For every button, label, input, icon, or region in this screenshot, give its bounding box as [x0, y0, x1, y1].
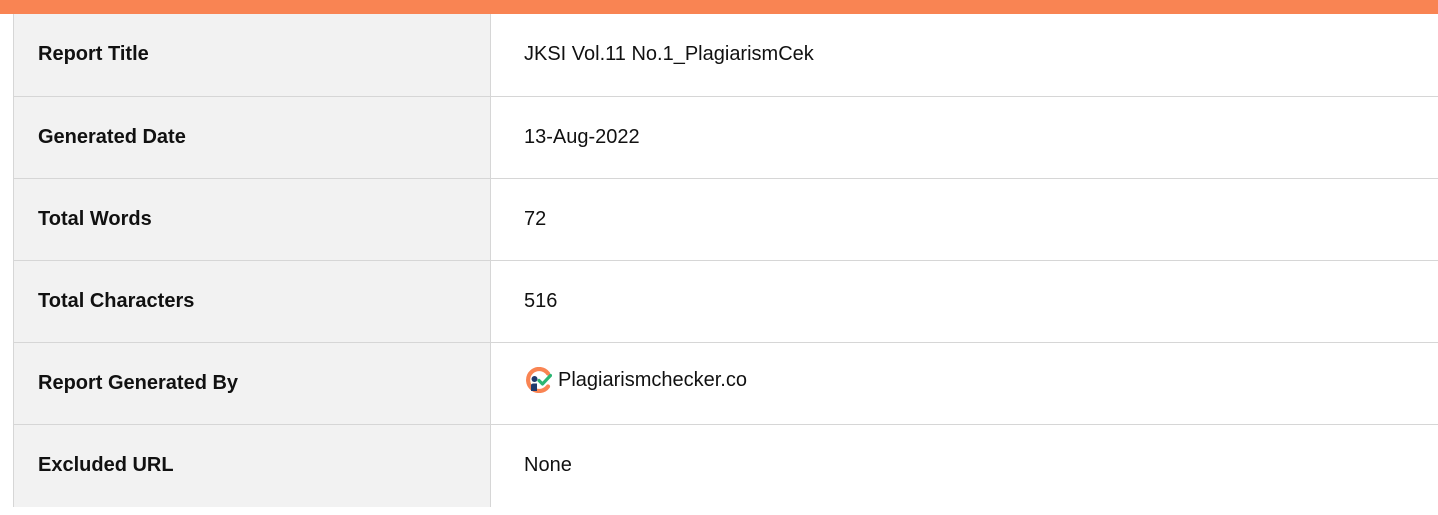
generated-date-label: Generated Date	[13, 96, 491, 179]
total-characters-label: Total Characters	[13, 260, 491, 343]
generated-date-value: 13-Aug-2022	[490, 96, 1438, 179]
report-generated-by-value: Plagiarismchecker.co	[490, 342, 1438, 425]
table-row: Report Generated By Plagiarismchecker.co	[13, 342, 1438, 425]
report-title-value: JKSI Vol.11 No.1_PlagiarismCek	[490, 14, 1438, 97]
table-row: Excluded URL None	[13, 424, 1438, 507]
report-title-label: Report Title	[13, 14, 491, 97]
excluded-url-value: None	[490, 424, 1438, 507]
total-words-value: 72	[490, 178, 1438, 261]
table-row: Report Title JKSI Vol.11 No.1_Plagiarism…	[13, 14, 1438, 97]
header-accent-bar	[0, 0, 1438, 14]
table-row: Total Words 72	[13, 178, 1438, 261]
brand: Plagiarismchecker.co	[524, 367, 747, 393]
table-row: Total Characters 516	[13, 260, 1438, 343]
report-generated-by-label: Report Generated By	[13, 342, 491, 425]
brand-name: Plagiarismchecker.co	[558, 368, 747, 391]
table-row: Generated Date 13-Aug-2022	[13, 96, 1438, 179]
report-details-table: Report Title JKSI Vol.11 No.1_Plagiarism…	[13, 14, 1438, 507]
total-words-label: Total Words	[13, 178, 491, 261]
total-characters-value: 516	[490, 260, 1438, 343]
excluded-url-label: Excluded URL	[13, 424, 491, 507]
plagiarismchecker-logo-icon	[526, 367, 552, 393]
